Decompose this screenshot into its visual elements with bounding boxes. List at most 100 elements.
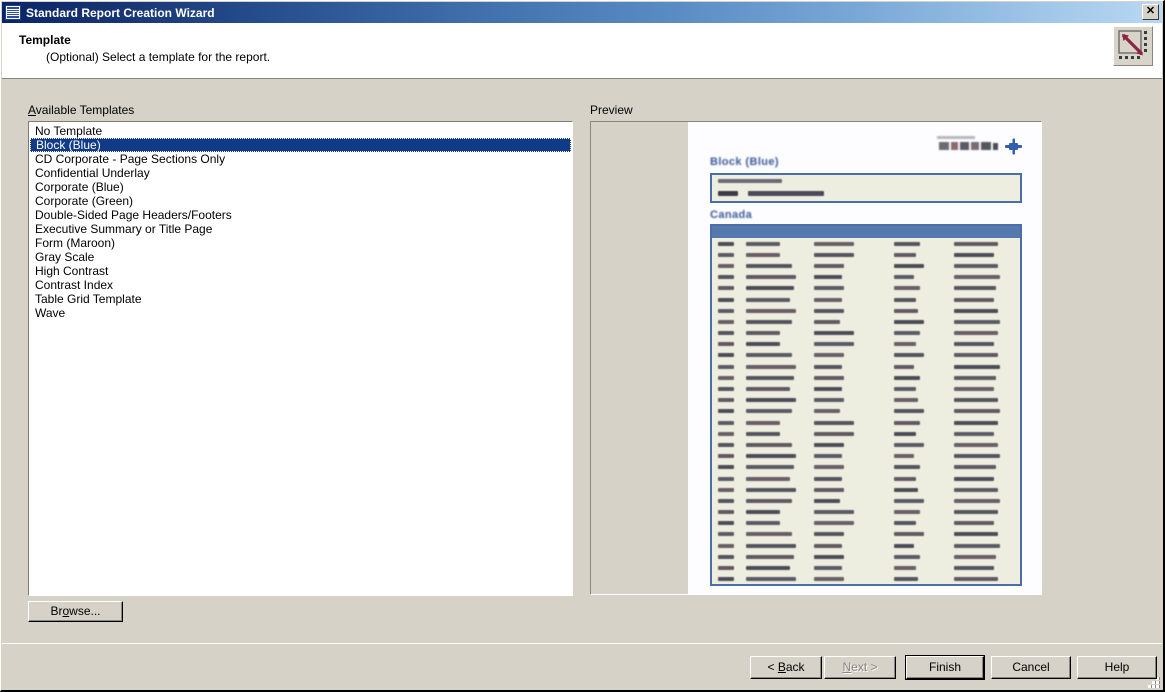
- list-item[interactable]: Contrast Index: [29, 278, 572, 292]
- list-item[interactable]: Table Grid Template: [29, 292, 572, 306]
- preview-table-cell: [746, 566, 790, 571]
- preview-table-row: [712, 238, 1020, 249]
- preview-table-cell: [814, 498, 840, 503]
- window-title: Standard Report Creation Wizard: [26, 5, 215, 20]
- close-icon[interactable]: ✕: [1142, 4, 1159, 20]
- list-item[interactable]: Executive Summary or Title Page: [29, 222, 572, 236]
- preview-table-row: [712, 428, 1020, 439]
- preview-table-row: [712, 562, 1020, 573]
- preview-table-cell: [746, 532, 792, 537]
- preview-table-cell: [718, 431, 734, 436]
- preview-table-row: [712, 417, 1020, 428]
- preview-table-cell: [894, 566, 916, 571]
- preview-table-cell: [746, 409, 792, 414]
- preview-table-cell: [718, 375, 734, 380]
- list-item-label: Gray Scale: [35, 250, 95, 264]
- preview-table-cell: [954, 577, 998, 582]
- preview-table-cell: [746, 353, 792, 358]
- wizard-window: Standard Report Creation Wizard ✕ Templa…: [0, 0, 1165, 692]
- preview-table-cell: [954, 420, 998, 425]
- preview-table-row: [712, 372, 1020, 383]
- preview-table-cell: [814, 543, 842, 548]
- list-item-label: Confidential Underlay: [35, 166, 150, 180]
- preview-table-row: [712, 484, 1020, 495]
- preview-table-cell: [954, 263, 998, 268]
- preview-table-cell: [718, 398, 734, 403]
- preview-table-cell: [814, 353, 844, 358]
- preview-table-cell: [746, 442, 792, 447]
- list-item[interactable]: Corporate (Blue): [29, 180, 572, 194]
- preview-table-cell: [718, 409, 734, 414]
- preview-table-cell: [894, 263, 924, 268]
- preview-table-cell: [814, 420, 854, 425]
- list-item[interactable]: High Contrast: [29, 264, 572, 278]
- preview-table-cell: [718, 465, 734, 470]
- preview-table-cell: [814, 431, 854, 436]
- browse-button[interactable]: Browse...: [28, 601, 123, 622]
- preview-table-cell: [954, 252, 994, 257]
- preview-table-cell: [718, 252, 734, 257]
- preview-table-cell: [954, 498, 1000, 503]
- list-item[interactable]: Confidential Underlay: [29, 166, 572, 180]
- list-item-label: No Template: [35, 124, 103, 138]
- preview-table-row: [712, 339, 1020, 350]
- cancel-button[interactable]: Cancel: [991, 656, 1071, 679]
- preview-table-cell: [718, 577, 734, 582]
- preview-table-cell: [894, 487, 918, 492]
- preview-table-cell: [746, 319, 792, 324]
- preview-panel[interactable]: Block (Blue) Canada: [590, 121, 1042, 595]
- preview-table-cell: [814, 252, 854, 257]
- list-item-label: Table Grid Template: [35, 292, 142, 306]
- preview-table-cell: [718, 275, 734, 280]
- preview-table-cell: [718, 543, 734, 548]
- preview-table-header: [712, 226, 1020, 238]
- available-templates-label: Available Templates: [28, 103, 134, 117]
- preview-table-row: [712, 473, 1020, 484]
- list-item[interactable]: Form (Maroon): [29, 236, 572, 250]
- list-item-label: Corporate (Green): [35, 194, 134, 208]
- template-list[interactable]: No Template Block (Blue) CD Corporate - Pa…: [28, 121, 573, 596]
- preview-table-cell: [814, 398, 844, 403]
- preview-table-cell: [746, 364, 796, 369]
- list-item-label: Contrast Index: [35, 278, 114, 292]
- preview-table-cell: [814, 342, 854, 347]
- title-bar[interactable]: Standard Report Creation Wizard ✕: [2, 2, 1162, 23]
- preview-table-row: [712, 260, 1020, 271]
- preview-table-cell: [894, 543, 914, 548]
- preview-table-cell: [894, 342, 916, 347]
- help-button[interactable]: Help: [1077, 656, 1157, 679]
- list-item[interactable]: Block (Blue): [30, 138, 571, 152]
- preview-table-cell: [954, 331, 998, 336]
- preview-table-cell: [894, 465, 920, 470]
- preview-table-cell: [746, 241, 780, 246]
- preview-table-cell: [746, 543, 796, 548]
- list-item[interactable]: Corporate (Green): [29, 194, 572, 208]
- preview-table-cell: [814, 297, 842, 302]
- preview-table-cell: [746, 342, 780, 347]
- preview-table-row: [712, 518, 1020, 529]
- preview-table-cell: [954, 398, 998, 403]
- list-item[interactable]: Wave: [29, 306, 572, 320]
- preview-table-cell: [954, 275, 1000, 280]
- preview-table-cell: [814, 487, 844, 492]
- list-item[interactable]: Double-Sided Page Headers/Footers: [29, 208, 572, 222]
- preview-table-row: [712, 350, 1020, 361]
- page-subtitle: (Optional) Select a template for the rep…: [46, 50, 271, 64]
- list-item[interactable]: No Template: [29, 124, 572, 138]
- preview-table-cell: [814, 510, 854, 515]
- list-item[interactable]: CD Corporate - Page Sections Only: [29, 152, 572, 166]
- cancel-button-label: Cancel: [1012, 660, 1050, 674]
- preview-table-cell: [746, 454, 796, 459]
- preview-table-row: [712, 395, 1020, 406]
- preview-table-cell: [894, 577, 918, 582]
- preview-table-row: [712, 294, 1020, 305]
- back-button[interactable]: < Back: [750, 656, 822, 679]
- finish-button[interactable]: Finish: [905, 655, 985, 680]
- preview-table-cell: [718, 308, 734, 313]
- preview-table-cell: [718, 263, 734, 268]
- list-item[interactable]: Gray Scale: [29, 250, 572, 264]
- preview-table-cell: [954, 241, 998, 246]
- preview-table-cell: [814, 319, 840, 324]
- preview-table-row: [712, 551, 1020, 562]
- preview-table-cell: [718, 387, 734, 392]
